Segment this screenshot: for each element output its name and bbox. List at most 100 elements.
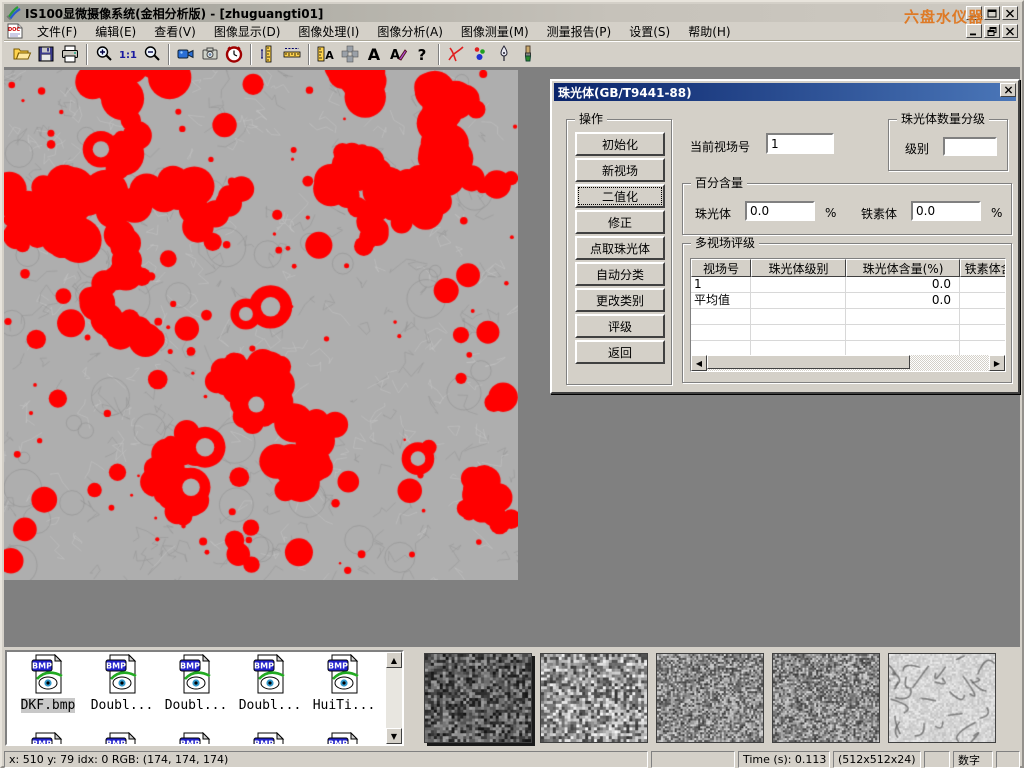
thumbnail-2[interactable] bbox=[540, 653, 648, 743]
pearlite-percent-input[interactable] bbox=[745, 201, 815, 221]
bmp-file-icon: BMP bbox=[105, 732, 139, 746]
timer-icon[interactable] bbox=[222, 43, 246, 66]
close-icon[interactable] bbox=[1002, 6, 1018, 20]
table-col-header[interactable]: 珠光体级别 bbox=[751, 259, 846, 277]
minimize-icon[interactable] bbox=[966, 6, 982, 20]
file-item-partial[interactable]: BMP bbox=[233, 732, 307, 746]
bmp-file-icon: BMP bbox=[253, 654, 287, 697]
menu-item-3[interactable]: 查看(V) bbox=[145, 22, 205, 41]
menu-item-6[interactable]: 图像分析(A) bbox=[368, 22, 452, 41]
current-view-input[interactable] bbox=[766, 133, 834, 154]
menu-item-4[interactable]: 图像显示(D) bbox=[205, 22, 290, 41]
actual-size-icon[interactable]: 1:1 bbox=[116, 43, 140, 66]
scroll-left-icon[interactable]: ◀ bbox=[691, 355, 707, 371]
toolbar-separator bbox=[86, 44, 88, 65]
measure-label-icon[interactable]: A bbox=[314, 43, 338, 66]
dialog-close-icon[interactable] bbox=[1000, 83, 1016, 97]
file-item-partial[interactable]: BMP bbox=[307, 732, 381, 746]
paint-brush-icon[interactable] bbox=[516, 43, 540, 66]
open-icon[interactable] bbox=[10, 43, 34, 66]
table-cell bbox=[960, 325, 1006, 340]
zoom-out-icon[interactable] bbox=[140, 43, 164, 66]
save-icon[interactable] bbox=[34, 43, 58, 66]
menu-item-9[interactable]: 设置(S) bbox=[620, 22, 679, 41]
file-item[interactable]: BMPDKF.bmp bbox=[11, 654, 85, 713]
file-item-partial[interactable]: BMP bbox=[159, 732, 233, 746]
file-item[interactable]: BMP HuiTi... bbox=[307, 654, 381, 713]
file-item[interactable]: BMPDoubl... bbox=[85, 654, 159, 713]
phase-particles-icon[interactable] bbox=[468, 43, 492, 66]
ferrite-percent-input[interactable] bbox=[911, 201, 981, 221]
child-minimize-icon[interactable] bbox=[966, 24, 982, 38]
thumbnail-5[interactable] bbox=[888, 653, 996, 743]
op-button-8[interactable]: 评级 bbox=[575, 314, 665, 338]
scroll-right-icon[interactable]: ▶ bbox=[989, 355, 1005, 371]
op-button-6[interactable]: 自动分类 bbox=[575, 262, 665, 286]
thumbnail-3[interactable] bbox=[656, 653, 764, 743]
table-cell: 0.0 bbox=[846, 293, 960, 308]
thumbnail-4[interactable] bbox=[772, 653, 880, 743]
pearlite-unit: % bbox=[825, 206, 836, 220]
table-cell bbox=[751, 293, 846, 308]
child-close-icon[interactable] bbox=[1002, 24, 1018, 38]
op-button-1[interactable]: 初始化 bbox=[575, 132, 665, 156]
table-row[interactable] bbox=[691, 325, 1005, 341]
svg-text:DOC: DOC bbox=[8, 27, 20, 33]
table-row[interactable]: 10.0 bbox=[691, 277, 1005, 293]
op-button-5[interactable]: 点取珠光体 bbox=[575, 236, 665, 260]
op-button-9[interactable]: 返回 bbox=[575, 340, 665, 364]
hscroll-thumb[interactable] bbox=[707, 355, 910, 369]
menu-item-10[interactable]: 帮助(H) bbox=[679, 22, 739, 41]
scroll-up-icon[interactable]: ▲ bbox=[386, 652, 402, 668]
annotate-icon[interactable]: A bbox=[386, 43, 410, 66]
file-item[interactable]: BMPDoubl... bbox=[233, 654, 307, 713]
print-icon[interactable] bbox=[58, 43, 82, 66]
menu-item-2[interactable]: 编辑(E) bbox=[86, 22, 145, 41]
table-row[interactable]: 平均值0.0 bbox=[691, 293, 1005, 309]
op-button-2[interactable]: 新视场 bbox=[575, 158, 665, 182]
curve-tool-icon[interactable] bbox=[444, 43, 468, 66]
menu-item-7[interactable]: 图像测量(M) bbox=[452, 22, 538, 41]
caliper-icon[interactable] bbox=[256, 43, 280, 66]
table-hscrollbar[interactable]: ◀▶ bbox=[691, 355, 1005, 371]
file-scrollbar[interactable]: ▲ ▼ bbox=[386, 652, 402, 744]
help-icon[interactable]: ? bbox=[410, 43, 434, 66]
op-button-4[interactable]: 修正 bbox=[575, 210, 665, 234]
svg-text:BMP: BMP bbox=[328, 740, 348, 747]
op-button-7[interactable]: 更改类别 bbox=[575, 288, 665, 312]
file-name: HuiTi... bbox=[313, 698, 376, 713]
table-cell bbox=[751, 309, 846, 324]
menu-bar: DOC 文件(F)编辑(E)查看(V)图像显示(D)图像处理(I)图像分析(A)… bbox=[4, 22, 1020, 41]
metallographic-image[interactable] bbox=[4, 70, 518, 580]
maximize-icon[interactable] bbox=[984, 6, 1000, 20]
video-capture-icon[interactable] bbox=[174, 43, 198, 66]
camera-capture-icon[interactable] bbox=[198, 43, 222, 66]
table-col-header[interactable]: 视场号 bbox=[691, 259, 751, 277]
table-row[interactable] bbox=[691, 309, 1005, 325]
grade-level-label: 级别 bbox=[905, 140, 929, 157]
table-col-header[interactable]: 珠光体含量(%) bbox=[846, 259, 960, 277]
scroll-down-icon[interactable]: ▼ bbox=[386, 728, 402, 744]
dialog-title-bar[interactable]: 珠光体(GB/T9441-88) bbox=[554, 83, 1016, 101]
child-restore-icon[interactable] bbox=[984, 24, 1000, 38]
zoom-in-icon[interactable] bbox=[92, 43, 116, 66]
file-item-partial[interactable]: BMP bbox=[11, 732, 85, 746]
file-item[interactable]: BMPDoubl... bbox=[159, 654, 233, 713]
thumbnail-1[interactable] bbox=[424, 653, 532, 743]
menu-item-8[interactable]: 测量报告(P) bbox=[538, 22, 621, 41]
ruler-icon[interactable] bbox=[280, 43, 304, 66]
point-picker-icon[interactable] bbox=[492, 43, 516, 66]
menu-item-1[interactable]: 文件(F) bbox=[28, 22, 86, 41]
rating-table[interactable]: 视场号珠光体级别珠光体含量(%)铁素体含量(%)10.0平均值0.0◀▶ bbox=[690, 258, 1006, 372]
status-bar: x: 510 y: 79 idx: 0 RGB: (174, 174, 174)… bbox=[4, 749, 1020, 768]
op-button-3[interactable]: 二值化 bbox=[575, 184, 665, 208]
grade-level-input[interactable] bbox=[943, 137, 997, 156]
document-icon[interactable]: DOC bbox=[6, 23, 24, 39]
hscroll-track[interactable] bbox=[707, 355, 989, 371]
svg-text:BMP: BMP bbox=[328, 662, 348, 671]
table-col-header[interactable]: 铁素体含量(%) bbox=[960, 259, 1006, 277]
tile-icon[interactable] bbox=[338, 43, 362, 66]
text-icon[interactable]: A bbox=[362, 43, 386, 66]
menu-item-5[interactable]: 图像处理(I) bbox=[289, 22, 368, 41]
file-item-partial[interactable]: BMP bbox=[85, 732, 159, 746]
